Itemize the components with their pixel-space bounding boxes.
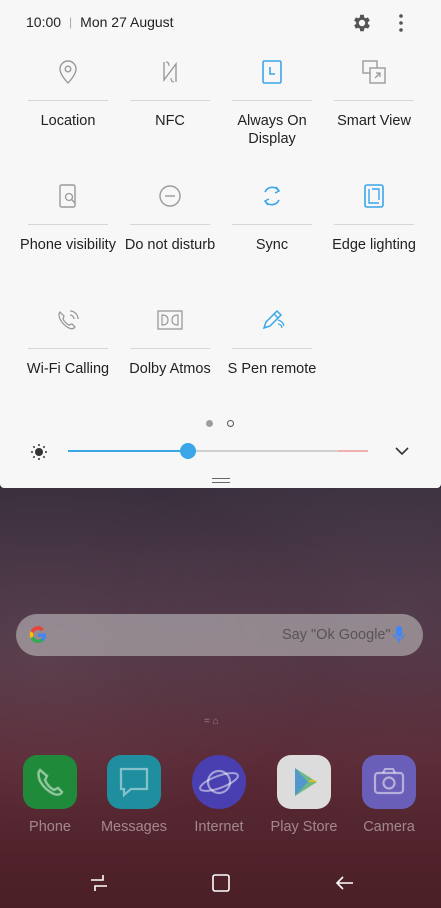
camera-icon [362, 755, 416, 809]
tile-divider [28, 224, 108, 225]
always-on-display-icon [262, 60, 282, 84]
more-options-icon[interactable] [396, 12, 406, 34]
tile-label: Edge lighting [332, 237, 416, 253]
search-hint: Say "Ok Google" [282, 627, 391, 643]
google-search-bar[interactable]: Say "Ok Google" [16, 614, 423, 656]
divider: | [69, 15, 73, 29]
app-play-store[interactable]: Play Store [264, 755, 344, 835]
chevron-down-icon[interactable] [394, 444, 410, 458]
brightness-slider-fill [68, 450, 188, 452]
tile-divider [232, 224, 312, 225]
tile-label: Always On Display [237, 113, 307, 147]
phone-visibility-icon [59, 184, 76, 208]
recent-apps-icon[interactable] [88, 872, 110, 894]
phone-icon [23, 755, 77, 809]
navigation-bar [0, 860, 441, 908]
clock: 10:00 [26, 14, 62, 30]
internet-icon [192, 755, 246, 809]
tile-label: Do not disturb [124, 237, 216, 253]
google-logo-icon [29, 626, 46, 644]
tile-divider [232, 348, 312, 349]
tile-label: S Pen remote [227, 361, 317, 377]
home-page-indicator: = ⌂ [204, 716, 219, 727]
s-pen-remote-icon [262, 309, 285, 330]
app-messages[interactable]: Messages [94, 755, 174, 835]
tile-label: Location [40, 113, 96, 129]
app-label: Play Store [270, 819, 338, 835]
page-dot[interactable] [227, 420, 234, 427]
quick-panel: 10:00 | Mon 27 August Location NFC Alway… [0, 0, 441, 488]
do-not-disturb-icon [159, 185, 181, 207]
tile-divider [334, 224, 414, 225]
app-label: Phone [29, 819, 71, 835]
date: Mon 27 August [80, 14, 174, 30]
app-camera[interactable]: Camera [349, 755, 429, 835]
tile-divider [130, 100, 210, 101]
microphone-icon[interactable] [392, 625, 406, 645]
play-store-icon [277, 755, 331, 809]
tile-divider [28, 348, 108, 349]
back-arrow-icon[interactable] [333, 872, 355, 894]
home-screen [0, 488, 441, 908]
app-label: Messages [100, 819, 168, 835]
panel-drag-handle[interactable] [212, 478, 230, 483]
home-button-icon[interactable] [210, 872, 232, 894]
tile-divider [232, 100, 312, 101]
status-row: 10:00 | Mon 27 August [26, 14, 174, 30]
dolby-atmos-icon [157, 310, 183, 330]
wifi-calling-icon [58, 310, 79, 330]
tile-label: Sync [255, 237, 289, 253]
smart-view-icon [362, 60, 386, 84]
nfc-icon [163, 61, 177, 83]
location-icon [59, 60, 77, 84]
tile-divider [334, 100, 414, 101]
page-dot[interactable] [206, 420, 213, 427]
brightness-icon [31, 444, 47, 460]
messages-icon [107, 755, 161, 809]
app-internet[interactable]: Internet [179, 755, 259, 835]
edge-lighting-icon [364, 184, 384, 208]
settings-gear-icon[interactable] [351, 12, 373, 34]
tile-label: Wi-Fi Calling [26, 361, 110, 377]
tile-divider [130, 348, 210, 349]
page-indicator [206, 414, 248, 432]
tile-label: Smart View [337, 113, 411, 129]
app-label: Internet [194, 819, 244, 835]
tile-divider [130, 224, 210, 225]
tile-label: Phone visibility [20, 237, 116, 253]
app-label: Camera [363, 819, 415, 835]
tile-label: NFC [155, 113, 185, 129]
tile-label: Dolby Atmos [129, 361, 211, 377]
brightness-slider-limit [338, 450, 368, 452]
brightness-slider-thumb[interactable] [180, 443, 196, 459]
sync-icon [263, 186, 281, 206]
tile-divider [28, 100, 108, 101]
app-phone[interactable]: Phone [10, 755, 90, 835]
